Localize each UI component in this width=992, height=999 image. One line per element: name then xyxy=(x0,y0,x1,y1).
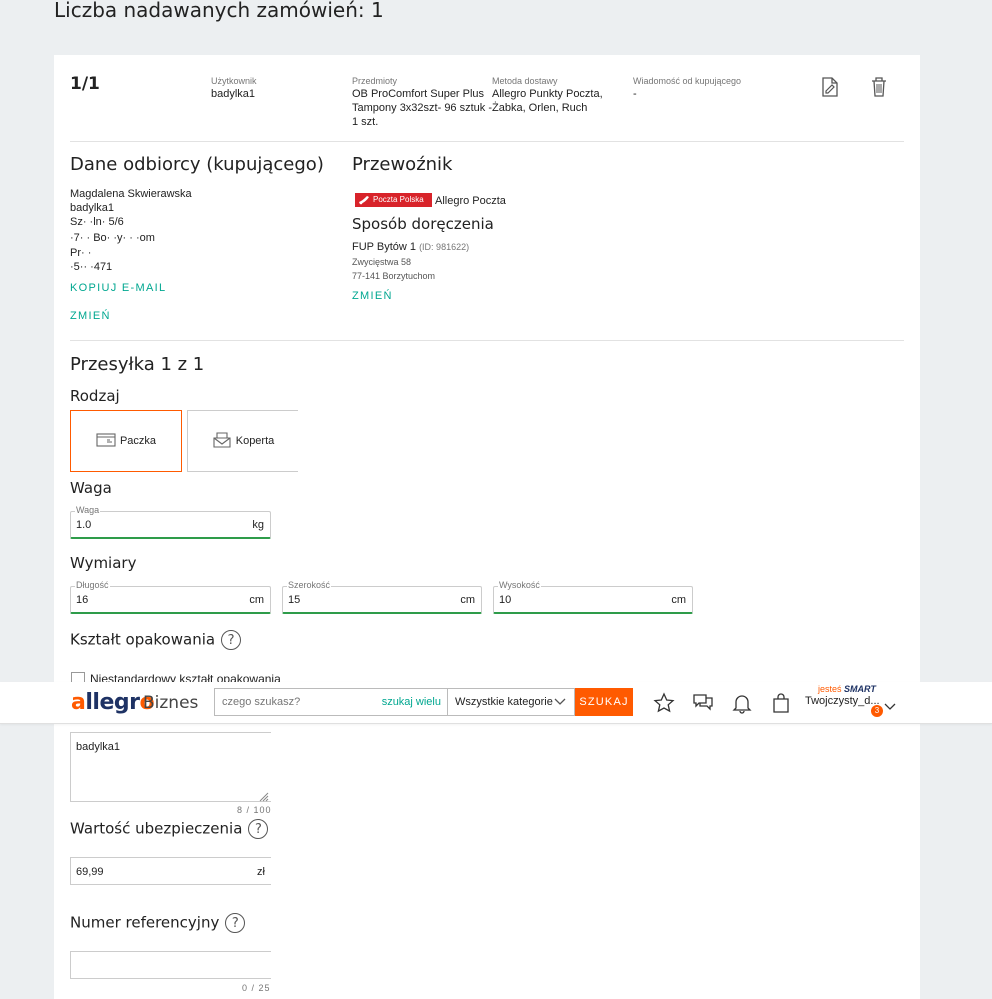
divider xyxy=(70,340,904,341)
help-icon[interactable]: ? xyxy=(221,630,242,650)
carrier-change-button[interactable]: ZMIEŃ xyxy=(352,290,393,302)
message-value: - xyxy=(633,88,637,100)
reference-field[interactable] xyxy=(70,951,271,979)
notification-badge: 3 xyxy=(871,705,883,717)
nonstandard-checkbox[interactable] xyxy=(71,672,85,682)
recipient-heading: Dane odbiorcy (kupującego) xyxy=(70,154,324,175)
nonstandard-label: Niestandardowy kształt opakowania xyxy=(90,672,281,682)
star-icon[interactable] xyxy=(653,692,675,714)
height-field[interactable]: Wysokość 10 cm xyxy=(493,580,693,614)
type-envelope-tile[interactable]: Koperta xyxy=(187,410,298,472)
reference-counter: 0 / 25 xyxy=(242,983,271,993)
biznes-label: Biznes xyxy=(143,693,199,713)
delivery-method-heading: Sposób doręczenia xyxy=(352,215,494,233)
weight-field[interactable]: Waga 1.0 kg xyxy=(70,505,271,539)
delivery-value: Allegro Punkty Poczta, Żabka, Orlen, Ruc… xyxy=(492,88,603,114)
search-multi-link[interactable]: szukaj wielu xyxy=(382,696,441,708)
envelope-icon xyxy=(212,431,232,452)
bell-icon[interactable] xyxy=(731,692,753,714)
recipient-country: Pr· · xyxy=(70,247,92,259)
carrier-name: Allegro Poczta xyxy=(435,195,506,207)
order-index: 1/1 xyxy=(70,74,100,94)
smart-badge: jesteś SMART xyxy=(818,684,876,694)
poczta-polska-logo: Poczta Polska xyxy=(355,193,432,207)
length-field[interactable]: Długość 16 cm xyxy=(70,580,271,614)
weight-heading: Waga xyxy=(70,479,112,497)
recipient-city: ·7· · Bo· ·y· · ·om xyxy=(70,232,155,244)
copy-email-button[interactable]: KOPIUJ E-MAIL xyxy=(70,282,166,294)
horn-icon xyxy=(358,195,370,205)
delete-icon[interactable] xyxy=(870,76,888,98)
message-label: Wiadomość od kupującego xyxy=(633,76,742,86)
allegro-logo[interactable]: allegro xyxy=(71,690,155,715)
help-icon[interactable]: ? xyxy=(225,913,246,933)
delivery-label: Metoda dostawy xyxy=(492,76,558,86)
shape-heading: Kształt opakowania? xyxy=(70,630,242,650)
user-label: Użytkownik xyxy=(211,76,257,86)
shipment-heading: Przesyłka 1 z 1 xyxy=(70,354,205,375)
recipient-change-button[interactable]: ZMIEŃ xyxy=(70,310,111,322)
chevron-down-icon xyxy=(554,697,566,709)
width-field[interactable]: Szerokość 15 cm xyxy=(282,580,482,614)
note-textarea[interactable]: badylka1 xyxy=(70,732,271,802)
items-label: Przedmioty xyxy=(352,76,398,86)
search-input[interactable]: czego szukasz? szukaj wielu xyxy=(214,688,447,716)
items-value: OB ProComfort Super Plus Tampony 3x32szt… xyxy=(352,88,493,128)
user-link[interactable]: badylka1 xyxy=(211,87,255,101)
user-menu[interactable]: Twojczysty_d... xyxy=(805,695,880,707)
order-card: 1/1 Użytkownik badylka1 Przedmioty OB Pr… xyxy=(54,55,920,999)
chevron-down-icon[interactable] xyxy=(884,698,896,716)
top-navbar: allegro Biznes czego szukasz? szukaj wie… xyxy=(0,682,992,724)
divider xyxy=(70,141,904,142)
pickup-point-street: Zwycięstwa 58 xyxy=(352,257,412,267)
insurance-field[interactable]: 69,99 zł xyxy=(70,857,271,885)
recipient-name: Magdalena Skwierawska xyxy=(70,188,192,200)
page-title: Liczba nadawanych zamówień: 1 xyxy=(54,0,384,22)
type-heading: Rodzaj xyxy=(70,387,120,405)
carrier-heading: Przewoźnik xyxy=(352,154,453,175)
parcel-icon xyxy=(96,432,116,451)
edit-icon[interactable] xyxy=(820,76,840,98)
reference-heading: Numer referencyjny? xyxy=(70,913,246,933)
search-button[interactable]: SZUKAJ xyxy=(575,688,633,716)
note-counter: 8 / 100 xyxy=(237,805,272,815)
category-select[interactable]: Wszystkie kategorie xyxy=(447,688,575,716)
recipient-street: Sz· ·ln· 5/6 xyxy=(70,216,124,228)
dimensions-heading: Wymiary xyxy=(70,554,137,572)
recipient-login[interactable]: badylka1 xyxy=(70,201,114,215)
resize-handle-icon[interactable] xyxy=(259,789,269,802)
pickup-point-city: 77-141 Borzytuchom xyxy=(352,271,436,281)
cart-icon[interactable] xyxy=(770,692,792,714)
help-icon[interactable]: ? xyxy=(248,819,269,839)
chat-icon[interactable] xyxy=(692,692,714,714)
type-parcel-tile[interactable]: Paczka xyxy=(70,410,182,472)
pickup-point-name: FUP Bytów 1 (ID: 981622) xyxy=(352,241,470,253)
recipient-phone: ·5·· ·471 xyxy=(70,261,113,273)
insurance-heading: Wartość ubezpieczenia? xyxy=(70,819,269,839)
